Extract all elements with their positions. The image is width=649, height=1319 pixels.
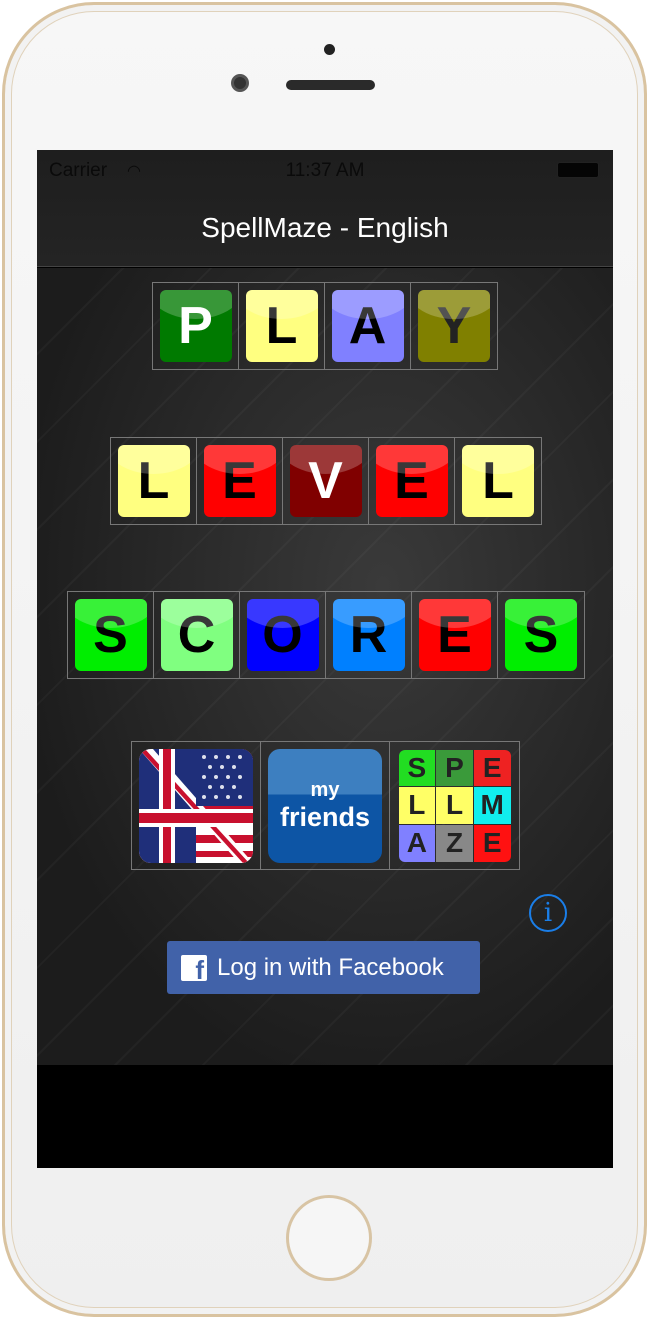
- friends-my-label: my: [310, 778, 340, 801]
- letter-tile-c[interactable]: C: [160, 599, 233, 671]
- letter-tile-p[interactable]: P: [159, 290, 232, 362]
- letter-tile-e[interactable]: E: [375, 445, 448, 517]
- status-time: 11:37 AM: [285, 160, 365, 181]
- tile-cell: L: [455, 438, 541, 524]
- scores-button[interactable]: SCORES: [67, 591, 585, 679]
- level-button[interactable]: LEVEL: [110, 437, 542, 525]
- letter-tile-l[interactable]: L: [245, 290, 318, 362]
- tile-cell: E: [197, 438, 283, 524]
- tile-cell: L: [111, 438, 197, 524]
- logo-letter: L: [398, 787, 436, 824]
- logo-letter: M: [473, 787, 511, 824]
- play-button[interactable]: PLAY: [152, 282, 498, 370]
- logo-letter: A: [398, 824, 436, 862]
- home-button[interactable]: [286, 1195, 372, 1281]
- tile-cell: A: [325, 283, 411, 369]
- tile-cell: L: [239, 283, 325, 369]
- logo-letter: E: [473, 749, 511, 787]
- tile-cell: S: [498, 592, 584, 678]
- logo-letter: Z: [436, 824, 473, 862]
- info-icon[interactable]: i: [529, 894, 567, 932]
- letter-tile-r[interactable]: R: [332, 599, 405, 671]
- logo-letter: S: [398, 749, 436, 787]
- letter-tile-a[interactable]: A: [331, 290, 404, 362]
- letter-tile-s[interactable]: S: [74, 599, 147, 671]
- letter-tile-e[interactable]: E: [418, 599, 491, 671]
- tile-cell: P: [153, 283, 239, 369]
- icon-row: my friends SPELLMAZE: [131, 741, 520, 870]
- letter-tile-y[interactable]: Y: [418, 290, 490, 362]
- tile-cell: O: [240, 592, 326, 678]
- facebook-login-button[interactable]: f Log in with Facebook: [167, 941, 480, 994]
- tile-cell: V: [283, 438, 369, 524]
- facebook-login-label: Log in with Facebook: [217, 953, 444, 981]
- tile-cell: Y: [411, 283, 497, 369]
- speaker: [286, 80, 375, 90]
- page-title: SpellMaze - English: [201, 212, 449, 243]
- tile-cell: C: [154, 592, 240, 678]
- tile-cell: E: [412, 592, 498, 678]
- letter-tile-s[interactable]: S: [505, 599, 577, 671]
- proximity-sensor: [324, 44, 335, 55]
- letter-tile-l[interactable]: L: [462, 445, 534, 517]
- letter-tile-l[interactable]: L: [117, 445, 190, 517]
- spellmaze-logo-button[interactable]: SPELLMAZE: [398, 749, 511, 862]
- logo-letter: E: [473, 824, 511, 862]
- logo-letter: P: [436, 749, 473, 787]
- letter-tile-e[interactable]: E: [203, 445, 276, 517]
- main-menu: PLAY LEVEL SCORES my friends SPELLMAZE i…: [37, 268, 613, 1065]
- letter-tile-v[interactable]: V: [289, 445, 362, 517]
- status-bar: Carrier ◠ 11:37 AM: [37, 150, 613, 190]
- tile-cell: E: [369, 438, 455, 524]
- logo-letter: L: [436, 787, 473, 824]
- screen: SpellMaze - English Carrier ◠ 11:37 AM P…: [37, 150, 613, 1168]
- friends-label: friends: [279, 801, 371, 832]
- tile-cell: R: [326, 592, 412, 678]
- facebook-icon: f: [181, 954, 207, 985]
- uk-us-flag-icon[interactable]: [139, 748, 253, 863]
- front-camera: [231, 74, 249, 92]
- my-friends-button[interactable]: my friends: [268, 748, 382, 863]
- battery-icon: [557, 162, 599, 178]
- letter-tile-o[interactable]: O: [246, 599, 319, 671]
- tile-cell: S: [68, 592, 154, 678]
